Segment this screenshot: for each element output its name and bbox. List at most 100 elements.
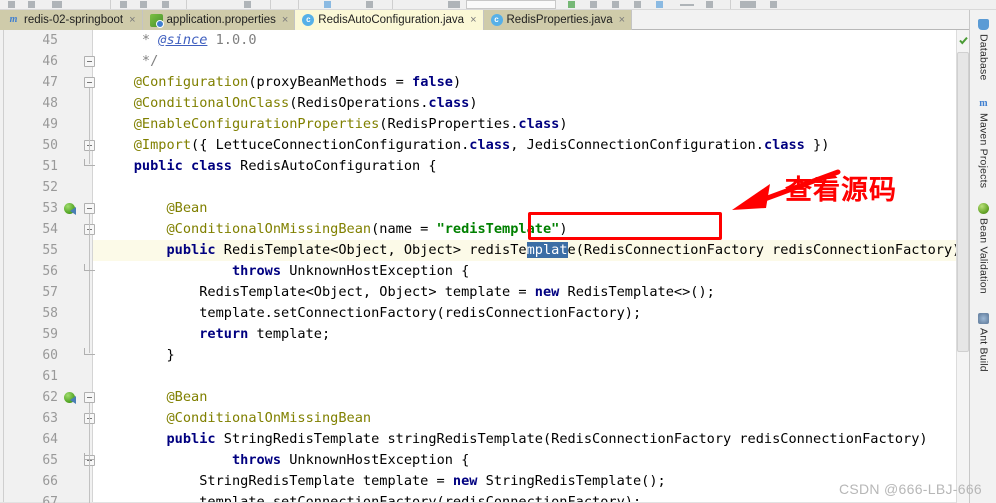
tab-label: application.properties	[166, 14, 276, 26]
tool-window-maven-projects[interactable]: m Maven Projects	[970, 95, 996, 188]
toolbar-icon[interactable]	[52, 1, 62, 8]
code-text-area[interactable]: * @since 1.0.0 */ @Configuration(proxyBe…	[93, 30, 956, 503]
run-configuration-combo[interactable]	[466, 0, 556, 9]
code-line[interactable]: public RedisTemplate<Object, Object> red…	[93, 240, 956, 261]
toolbar-icon[interactable]	[8, 1, 15, 8]
toolbar-icon[interactable]	[448, 1, 460, 8]
code-line[interactable]: @Bean	[93, 387, 956, 408]
code-editor[interactable]: * @since 1.0.0 */ @Configuration(proxyBe…	[0, 30, 956, 503]
gutter-bean-icon[interactable]	[64, 390, 78, 404]
text-selection: mplat	[526, 242, 568, 258]
database-icon	[978, 19, 989, 30]
toolbar-icon[interactable]	[120, 1, 127, 8]
toolbar-icon[interactable]	[244, 1, 251, 8]
tool-window-label: Maven Projects	[977, 113, 990, 189]
tool-window-database[interactable]: Database	[970, 16, 996, 81]
code-line[interactable]: public StringRedisTemplate stringRedisTe…	[93, 429, 956, 450]
toolbar-icon[interactable]	[612, 1, 619, 8]
code-line[interactable]: */	[93, 51, 956, 72]
line-number: 49	[42, 117, 58, 132]
code-fold-toggle[interactable]	[84, 56, 95, 67]
vertical-scrollbar-thumb[interactable]	[957, 52, 969, 352]
code-line[interactable]: @ConditionalOnMissingBean(name = "redisT…	[93, 219, 956, 240]
code-token: class	[518, 116, 560, 132]
toolbar-separator	[270, 0, 271, 9]
code-line[interactable]: @Import({ LettuceConnectionConfiguration…	[93, 135, 956, 156]
code-line[interactable]: return template;	[93, 324, 956, 345]
toolbar-icon[interactable]	[590, 1, 597, 8]
toolbar-icon[interactable]	[740, 1, 756, 8]
tab-redis-02-springboot[interactable]: m redis-02-springboot ×	[0, 10, 143, 30]
line-number: 62	[42, 390, 58, 405]
toolbar-icon[interactable]	[706, 1, 713, 8]
code-line[interactable]: throws UnknownHostException {	[93, 261, 956, 282]
line-number: 61	[42, 369, 58, 384]
code-token: )	[559, 116, 568, 132]
line-number: 59	[42, 327, 58, 342]
tab-redisautoconfiguration-java[interactable]: c RedisAutoConfiguration.java ×	[295, 10, 484, 30]
code-line[interactable]: * @since 1.0.0	[93, 30, 956, 51]
tool-window-bean-validation[interactable]: Bean Validation	[970, 200, 996, 294]
properties-file-icon	[149, 13, 164, 28]
toolbar-icon[interactable]	[366, 1, 373, 8]
line-number: 50	[42, 138, 58, 153]
toolbar-icon[interactable]	[324, 1, 331, 8]
inspection-ok-icon[interactable]	[959, 36, 968, 45]
code-fold-toggle[interactable]	[84, 392, 95, 403]
code-fold-toggle[interactable]	[84, 203, 95, 214]
code-fold-region-end	[84, 264, 95, 271]
toolbar-icon[interactable]	[162, 1, 169, 8]
ant-icon	[978, 313, 989, 324]
toolbar-separator	[730, 0, 731, 9]
toolbar-icon[interactable]	[656, 1, 663, 8]
code-line[interactable]: RedisTemplate<Object, Object> template =…	[93, 282, 956, 303]
code-line[interactable]: StringRedisTemplate template = new Strin…	[93, 471, 956, 492]
code-token: UnknownHostException {	[289, 452, 470, 468]
gutter-bean-icon[interactable]	[64, 201, 78, 215]
tab-close-icon[interactable]: ×	[282, 14, 288, 26]
line-number: 58	[42, 306, 58, 321]
toolbar-separator	[392, 0, 393, 9]
toolbar-icon[interactable]	[634, 1, 641, 8]
code-token: "redisTemplate"	[436, 221, 560, 237]
toolbar-icon[interactable]	[770, 1, 777, 8]
toolbar-icon[interactable]	[28, 1, 35, 8]
run-icon[interactable]	[568, 1, 575, 8]
code-line[interactable]: @Configuration(proxyBeanMethods = false)	[93, 72, 956, 93]
code-line[interactable]: @EnableConfigurationProperties(RedisProp…	[93, 114, 956, 135]
code-token: e(RedisConnectionFactory redisConnection…	[567, 242, 956, 258]
code-fold-toggle[interactable]	[84, 77, 95, 88]
code-token: false	[412, 74, 453, 90]
line-number: 60	[42, 348, 58, 363]
tab-redisproperties-java[interactable]: c RedisProperties.java ×	[483, 10, 633, 30]
tool-window-ant-build[interactable]: Ant Build	[970, 310, 996, 372]
toolbar-icon[interactable]	[140, 1, 147, 8]
code-line[interactable]: throws UnknownHostException {	[93, 450, 956, 471]
tab-close-icon[interactable]: ×	[129, 14, 135, 26]
code-token: StringRedisTemplate template =	[101, 473, 453, 489]
toolbar-icon[interactable]	[680, 4, 694, 6]
line-number: 47	[42, 75, 58, 90]
code-fold-region-end	[84, 453, 95, 460]
code-token: template.setConnectionFactory(redisConne…	[101, 305, 642, 321]
code-token: @Bean	[101, 389, 208, 405]
code-line[interactable]: template.setConnectionFactory(redisConne…	[93, 303, 956, 324]
code-token: new	[452, 473, 486, 489]
code-token: public	[101, 431, 224, 447]
tab-close-icon[interactable]: ×	[470, 14, 476, 26]
code-token: @EnableConfigurationProperties	[101, 116, 380, 132]
tab-close-icon[interactable]: ×	[619, 14, 625, 26]
code-line[interactable]	[93, 366, 956, 387]
tab-label: redis-02-springboot	[24, 14, 124, 26]
main-toolbar-strip	[0, 0, 996, 10]
code-line[interactable]: @ConditionalOnClass(RedisOperations.clas…	[93, 93, 956, 114]
code-line[interactable]: }	[93, 345, 956, 366]
code-line[interactable]: @ConditionalOnMissingBean	[93, 408, 956, 429]
maven-icon: m	[979, 98, 988, 109]
tab-application-properties[interactable]: application.properties ×	[142, 10, 296, 30]
code-token: )	[559, 221, 568, 237]
line-number: 48	[42, 96, 58, 111]
toolbar-separator	[110, 0, 111, 9]
code-fold-region-end	[84, 348, 95, 355]
editor-marker-column[interactable]	[956, 30, 969, 503]
